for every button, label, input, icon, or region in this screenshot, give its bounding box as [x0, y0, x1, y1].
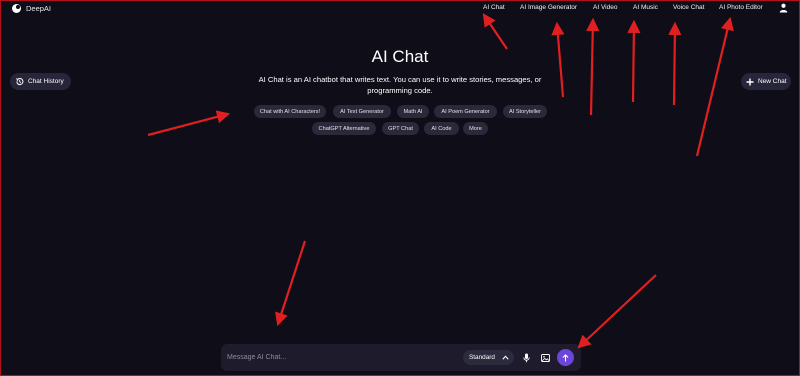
- annotation-arrow: [482, 13, 508, 50]
- annotation-arrow: [695, 16, 734, 157]
- annotation-arrow: [275, 240, 307, 327]
- annotation-arrow: [668, 21, 682, 106]
- annotation-arrow: [577, 274, 657, 349]
- annotation-arrow: [627, 19, 641, 103]
- annotation-arrow: [147, 110, 231, 137]
- annotation-arrows: [147, 13, 734, 349]
- annotation-arrow: [551, 21, 565, 98]
- annotation-arrow: [586, 17, 600, 116]
